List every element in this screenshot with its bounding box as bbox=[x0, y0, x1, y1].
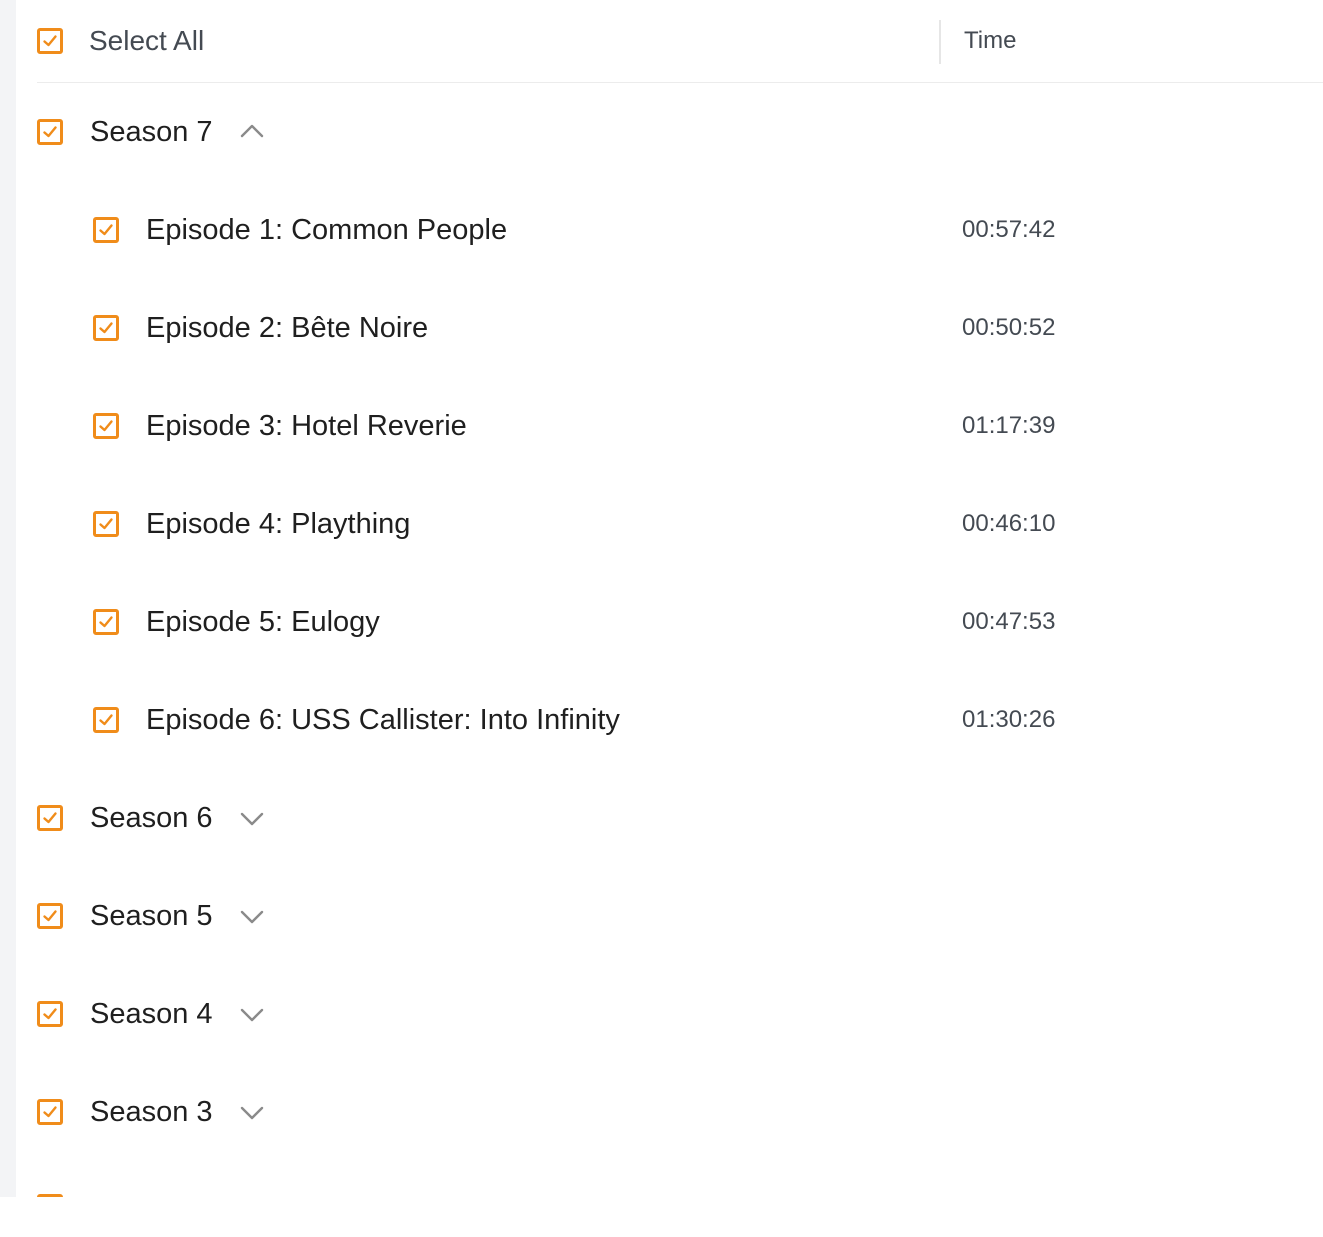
season-row-7[interactable]: Season 7 bbox=[37, 102, 1323, 162]
left-rail bbox=[0, 0, 16, 1197]
season-label: Season 5 bbox=[90, 900, 213, 932]
list-header: Select All Time bbox=[37, 0, 1323, 83]
episode-duration: 00:57:42 bbox=[962, 216, 1056, 243]
checkmark-icon bbox=[43, 126, 57, 138]
season-checkbox[interactable] bbox=[37, 1194, 63, 1197]
episode-row[interactable]: Episode 1: Common People 00:57:42 bbox=[37, 200, 1323, 260]
chevron-down-icon[interactable] bbox=[239, 904, 265, 928]
chevron-down-icon[interactable] bbox=[239, 1100, 265, 1124]
episode-list-panel: Select All Time Season 7 Episode 1: Comm… bbox=[16, 0, 1323, 1197]
episode-row[interactable]: Episode 2: Bête Noire 00:50:52 bbox=[37, 298, 1323, 358]
episode-checkbox[interactable] bbox=[93, 707, 119, 733]
episode-duration: 01:17:39 bbox=[962, 412, 1056, 439]
season-row-5[interactable]: Season 5 bbox=[37, 886, 1323, 946]
episode-checkbox[interactable] bbox=[93, 609, 119, 635]
chevron-down-icon[interactable] bbox=[239, 1002, 265, 1026]
checkmark-icon bbox=[43, 910, 57, 922]
episode-title: Episode 5: Eulogy bbox=[146, 606, 380, 638]
select-all-checkbox[interactable] bbox=[37, 28, 63, 54]
checkmark-icon bbox=[99, 714, 113, 726]
episode-title: Episode 6: USS Callister: Into Infinity bbox=[146, 704, 620, 736]
episode-checkbox[interactable] bbox=[93, 511, 119, 537]
season-checkbox[interactable] bbox=[37, 119, 63, 145]
episode-row[interactable]: Episode 5: Eulogy 00:47:53 bbox=[37, 592, 1323, 652]
season-label: Season 3 bbox=[90, 1096, 213, 1128]
episode-title: Episode 3: Hotel Reverie bbox=[146, 410, 467, 442]
episode-row[interactable]: Episode 6: USS Callister: Into Infinity … bbox=[37, 690, 1323, 750]
episode-title: Episode 4: Plaything bbox=[146, 508, 411, 540]
season-checkbox[interactable] bbox=[37, 1001, 63, 1027]
checkmark-icon bbox=[99, 224, 113, 236]
season-checkbox[interactable] bbox=[37, 1099, 63, 1125]
season-row-6[interactable]: Season 6 bbox=[37, 788, 1323, 848]
season-row-4[interactable]: Season 4 bbox=[37, 984, 1323, 1044]
season-checkbox[interactable] bbox=[37, 805, 63, 831]
episode-title: Episode 1: Common People bbox=[146, 214, 508, 246]
chevron-up-icon[interactable] bbox=[239, 120, 265, 144]
episode-row[interactable]: Episode 4: Plaything 00:46:10 bbox=[37, 494, 1323, 554]
episode-duration: 00:46:10 bbox=[962, 510, 1056, 537]
season-row-3[interactable]: Season 3 bbox=[37, 1082, 1323, 1142]
episode-checkbox[interactable] bbox=[93, 217, 119, 243]
season-checkbox[interactable] bbox=[37, 903, 63, 929]
checkmark-icon bbox=[99, 420, 113, 432]
season-row-partial[interactable] bbox=[37, 1190, 67, 1197]
checkmark-icon bbox=[99, 322, 113, 334]
episode-checkbox[interactable] bbox=[93, 315, 119, 341]
episode-duration: 01:30:26 bbox=[962, 706, 1056, 733]
season-label: Season 7 bbox=[90, 116, 213, 148]
checkmark-icon bbox=[43, 35, 57, 47]
checkmark-icon bbox=[99, 518, 113, 530]
column-divider[interactable] bbox=[939, 20, 941, 64]
season-label: Season 4 bbox=[90, 998, 213, 1030]
checkmark-icon bbox=[43, 1008, 57, 1020]
episode-checkbox[interactable] bbox=[93, 413, 119, 439]
episode-row[interactable]: Episode 3: Hotel Reverie 01:17:39 bbox=[37, 396, 1323, 456]
episode-duration: 00:50:52 bbox=[962, 314, 1056, 341]
select-all-label[interactable]: Select All bbox=[89, 24, 204, 58]
season-label: Season 6 bbox=[90, 802, 213, 834]
time-column-header: Time bbox=[964, 27, 1017, 54]
episode-title: Episode 2: Bête Noire bbox=[146, 312, 429, 344]
checkmark-icon bbox=[43, 812, 57, 824]
chevron-down-icon[interactable] bbox=[239, 806, 265, 830]
checkmark-icon bbox=[99, 616, 113, 628]
episode-duration: 00:47:53 bbox=[962, 608, 1056, 635]
checkmark-icon bbox=[43, 1106, 57, 1118]
